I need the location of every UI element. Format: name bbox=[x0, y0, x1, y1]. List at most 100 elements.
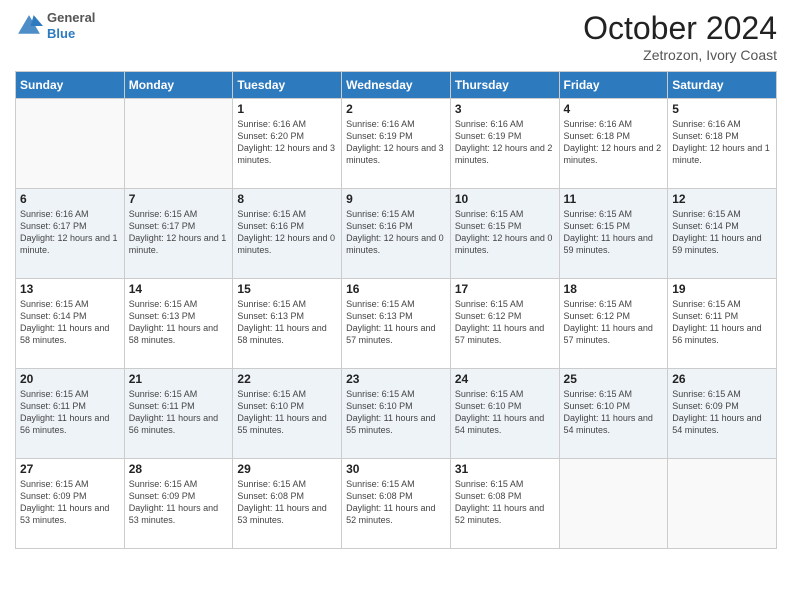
day-info: Sunrise: 6:15 AM Sunset: 6:12 PM Dayligh… bbox=[564, 298, 664, 347]
day-number: 27 bbox=[20, 462, 120, 476]
day-info: Sunrise: 6:16 AM Sunset: 6:19 PM Dayligh… bbox=[455, 118, 555, 167]
calendar-title: October 2024 bbox=[583, 10, 777, 47]
day-number: 12 bbox=[672, 192, 772, 206]
calendar-week-row: 27 Sunrise: 6:15 AM Sunset: 6:09 PM Dayli… bbox=[16, 459, 777, 549]
table-row: 25 Sunrise: 6:15 AM Sunset: 6:10 PM Dayli… bbox=[559, 369, 668, 459]
table-row: 14 Sunrise: 6:15 AM Sunset: 6:13 PM Dayli… bbox=[124, 279, 233, 369]
table-row: 12 Sunrise: 6:15 AM Sunset: 6:14 PM Dayli… bbox=[668, 189, 777, 279]
table-row: 7 Sunrise: 6:15 AM Sunset: 6:17 PM Daylig… bbox=[124, 189, 233, 279]
table-row: 27 Sunrise: 6:15 AM Sunset: 6:09 PM Dayli… bbox=[16, 459, 125, 549]
table-row: 3 Sunrise: 6:16 AM Sunset: 6:19 PM Daylig… bbox=[450, 99, 559, 189]
table-row: 15Sunrise: 6:15 AM Sunset: 6:13 PM Dayli… bbox=[233, 279, 342, 369]
table-row: 23Sunrise: 6:15 AM Sunset: 6:10 PM Dayli… bbox=[342, 369, 451, 459]
table-row: 1Sunrise: 6:16 AM Sunset: 6:20 PM Daylig… bbox=[233, 99, 342, 189]
day-number: 19 bbox=[672, 282, 772, 296]
day-number: 10 bbox=[455, 192, 555, 206]
day-number: 28 bbox=[129, 462, 229, 476]
header-tuesday: Tuesday bbox=[233, 72, 342, 99]
day-info: Sunrise: 6:16 AM Sunset: 6:18 PM Dayligh… bbox=[672, 118, 772, 167]
table-row: 11 Sunrise: 6:15 AM Sunset: 6:15 PM Dayli… bbox=[559, 189, 668, 279]
day-number: 17 bbox=[455, 282, 555, 296]
day-info: Sunrise: 6:15 AM Sunset: 6:13 PM Dayligh… bbox=[237, 298, 337, 347]
day-number: 24 bbox=[455, 372, 555, 386]
day-info: Sunrise: 6:15 AM Sunset: 6:10 PM Dayligh… bbox=[564, 388, 664, 437]
page: General Blue October 2024 Zetrozon, Ivor… bbox=[0, 0, 792, 612]
weekday-header-row: Sunday Monday Tuesday Wednesday Thursday… bbox=[16, 72, 777, 99]
day-number: 4 bbox=[564, 102, 664, 116]
day-info: Sunrise: 6:15 AM Sunset: 6:15 PM Dayligh… bbox=[455, 208, 555, 257]
calendar-week-row: 6 Sunrise: 6:16 AM Sunset: 6:17 PM Daylig… bbox=[16, 189, 777, 279]
table-row: 24 Sunrise: 6:15 AM Sunset: 6:10 PM Dayli… bbox=[450, 369, 559, 459]
day-info: Sunrise: 6:15 AM Sunset: 6:13 PM Dayligh… bbox=[129, 298, 229, 347]
day-info: Sunrise: 6:15 AM Sunset: 6:17 PM Dayligh… bbox=[129, 208, 229, 257]
day-info: Sunrise: 6:15 AM Sunset: 6:16 PM Dayligh… bbox=[346, 208, 446, 257]
day-number: 2 bbox=[346, 102, 446, 116]
day-info: Sunrise: 6:15 AM Sunset: 6:11 PM Dayligh… bbox=[20, 388, 120, 437]
day-number: 11 bbox=[564, 192, 664, 206]
table-row bbox=[668, 459, 777, 549]
day-info: Sunrise: 6:15 AM Sunset: 6:11 PM Dayligh… bbox=[129, 388, 229, 437]
day-number: 29 bbox=[237, 462, 337, 476]
table-row: 30 Sunrise: 6:15 AM Sunset: 6:08 PM Dayli… bbox=[342, 459, 451, 549]
day-number: 6 bbox=[20, 192, 120, 206]
day-info: Sunrise: 6:15 AM Sunset: 6:10 PM Dayligh… bbox=[455, 388, 555, 437]
day-number: 31 bbox=[455, 462, 555, 476]
table-row: 2Sunrise: 6:16 AM Sunset: 6:19 PM Daylig… bbox=[342, 99, 451, 189]
day-info: Sunrise: 6:15 AM Sunset: 6:08 PM Dayligh… bbox=[455, 478, 555, 527]
calendar-week-row: 1Sunrise: 6:16 AM Sunset: 6:20 PM Daylig… bbox=[16, 99, 777, 189]
calendar-subtitle: Zetrozon, Ivory Coast bbox=[583, 47, 777, 63]
day-info: Sunrise: 6:15 AM Sunset: 6:15 PM Dayligh… bbox=[564, 208, 664, 257]
table-row bbox=[124, 99, 233, 189]
day-info: Sunrise: 6:16 AM Sunset: 6:20 PM Dayligh… bbox=[237, 118, 337, 167]
day-info: Sunrise: 6:15 AM Sunset: 6:08 PM Dayligh… bbox=[237, 478, 337, 527]
day-number: 25 bbox=[564, 372, 664, 386]
day-number: 30 bbox=[346, 462, 446, 476]
header-saturday: Saturday bbox=[668, 72, 777, 99]
day-info: Sunrise: 6:15 AM Sunset: 6:09 PM Dayligh… bbox=[20, 478, 120, 527]
day-number: 16 bbox=[346, 282, 446, 296]
day-number: 5 bbox=[672, 102, 772, 116]
logo-text: General Blue bbox=[47, 10, 95, 41]
day-number: 3 bbox=[455, 102, 555, 116]
day-info: Sunrise: 6:15 AM Sunset: 6:09 PM Dayligh… bbox=[672, 388, 772, 437]
calendar-week-row: 13Sunrise: 6:15 AM Sunset: 6:14 PM Dayli… bbox=[16, 279, 777, 369]
day-info: Sunrise: 6:15 AM Sunset: 6:13 PM Dayligh… bbox=[346, 298, 446, 347]
header-friday: Friday bbox=[559, 72, 668, 99]
day-info: Sunrise: 6:15 AM Sunset: 6:10 PM Dayligh… bbox=[346, 388, 446, 437]
day-info: Sunrise: 6:15 AM Sunset: 6:12 PM Dayligh… bbox=[455, 298, 555, 347]
day-number: 18 bbox=[564, 282, 664, 296]
header-monday: Monday bbox=[124, 72, 233, 99]
day-number: 13 bbox=[20, 282, 120, 296]
table-row bbox=[16, 99, 125, 189]
day-info: Sunrise: 6:16 AM Sunset: 6:17 PM Dayligh… bbox=[20, 208, 120, 257]
day-number: 8 bbox=[237, 192, 337, 206]
day-info: Sunrise: 6:15 AM Sunset: 6:14 PM Dayligh… bbox=[672, 208, 772, 257]
calendar-table: Sunday Monday Tuesday Wednesday Thursday… bbox=[15, 71, 777, 549]
day-info: Sunrise: 6:15 AM Sunset: 6:08 PM Dayligh… bbox=[346, 478, 446, 527]
day-number: 7 bbox=[129, 192, 229, 206]
table-row: 16 Sunrise: 6:15 AM Sunset: 6:13 PM Dayli… bbox=[342, 279, 451, 369]
table-row: 21 Sunrise: 6:15 AM Sunset: 6:11 PM Dayli… bbox=[124, 369, 233, 459]
table-row: 20Sunrise: 6:15 AM Sunset: 6:11 PM Dayli… bbox=[16, 369, 125, 459]
table-row: 8 Sunrise: 6:15 AM Sunset: 6:16 PM Daylig… bbox=[233, 189, 342, 279]
logo-line1: General bbox=[47, 10, 95, 26]
day-info: Sunrise: 6:15 AM Sunset: 6:16 PM Dayligh… bbox=[237, 208, 337, 257]
table-row: 17 Sunrise: 6:15 AM Sunset: 6:12 PM Dayli… bbox=[450, 279, 559, 369]
title-block: October 2024 Zetrozon, Ivory Coast bbox=[583, 10, 777, 63]
table-row bbox=[559, 459, 668, 549]
table-row: 5 Sunrise: 6:16 AM Sunset: 6:18 PM Daylig… bbox=[668, 99, 777, 189]
day-info: Sunrise: 6:16 AM Sunset: 6:18 PM Dayligh… bbox=[564, 118, 664, 167]
table-row: 13Sunrise: 6:15 AM Sunset: 6:14 PM Dayli… bbox=[16, 279, 125, 369]
logo-line2: Blue bbox=[47, 26, 95, 42]
day-info: Sunrise: 6:15 AM Sunset: 6:11 PM Dayligh… bbox=[672, 298, 772, 347]
table-row: 9Sunrise: 6:15 AM Sunset: 6:16 PM Daylig… bbox=[342, 189, 451, 279]
table-row: 29 Sunrise: 6:15 AM Sunset: 6:08 PM Dayli… bbox=[233, 459, 342, 549]
table-row: 19 Sunrise: 6:15 AM Sunset: 6:11 PM Dayli… bbox=[668, 279, 777, 369]
calendar-week-row: 20Sunrise: 6:15 AM Sunset: 6:11 PM Dayli… bbox=[16, 369, 777, 459]
day-number: 14 bbox=[129, 282, 229, 296]
table-row: 22Sunrise: 6:15 AM Sunset: 6:10 PM Dayli… bbox=[233, 369, 342, 459]
table-row: 18 Sunrise: 6:15 AM Sunset: 6:12 PM Dayli… bbox=[559, 279, 668, 369]
table-row: 4 Sunrise: 6:16 AM Sunset: 6:18 PM Daylig… bbox=[559, 99, 668, 189]
table-row: 26Sunrise: 6:15 AM Sunset: 6:09 PM Dayli… bbox=[668, 369, 777, 459]
day-number: 21 bbox=[129, 372, 229, 386]
